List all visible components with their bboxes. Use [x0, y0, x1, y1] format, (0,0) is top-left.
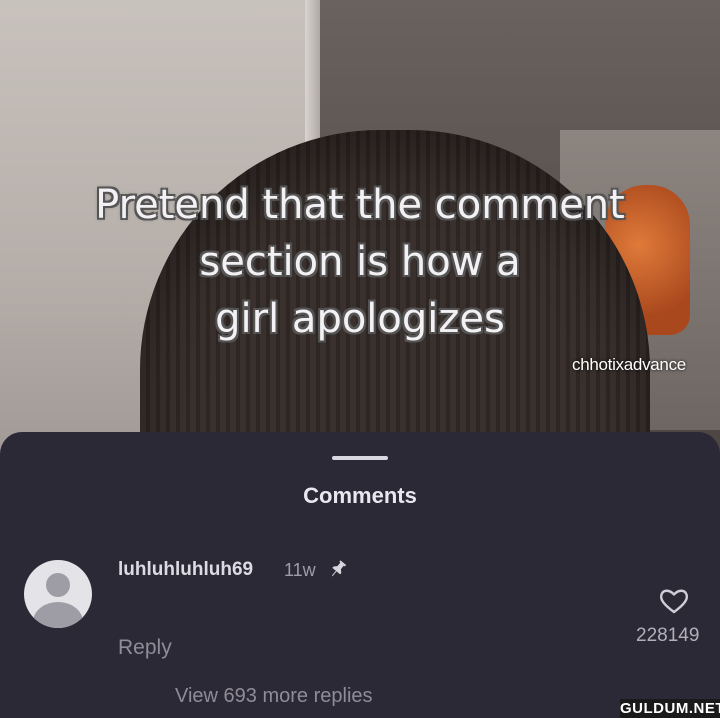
- caption-line: Pretend that the comment: [95, 182, 625, 228]
- default-avatar-icon[interactable]: [24, 560, 92, 628]
- video-frame[interactable]: Pretend that the comment section is how …: [0, 0, 720, 460]
- drag-handle[interactable]: [332, 456, 388, 460]
- view-replies-button[interactable]: View 693 more replies: [175, 685, 373, 708]
- reply-button[interactable]: Reply: [118, 636, 172, 660]
- comments-sheet: Comments luhluhluhluh69 11w Reply 228149…: [0, 432, 720, 718]
- comment-time: 11w: [284, 560, 316, 580]
- site-watermark: GULDUM.NET: [620, 699, 720, 718]
- like-count: 228149: [636, 625, 700, 646]
- comment-username[interactable]: luhluhluhluh69: [118, 559, 253, 581]
- watermark: chhotixadvance: [572, 355, 686, 374]
- heart-icon[interactable]: [659, 587, 689, 615]
- caption-line: section is how a: [199, 239, 521, 285]
- comments-title: Comments: [303, 483, 417, 508]
- pin-icon: [331, 560, 347, 577]
- video-caption: Pretend that the comment section is how …: [0, 177, 720, 348]
- caption-line: girl apologizes: [215, 296, 505, 342]
